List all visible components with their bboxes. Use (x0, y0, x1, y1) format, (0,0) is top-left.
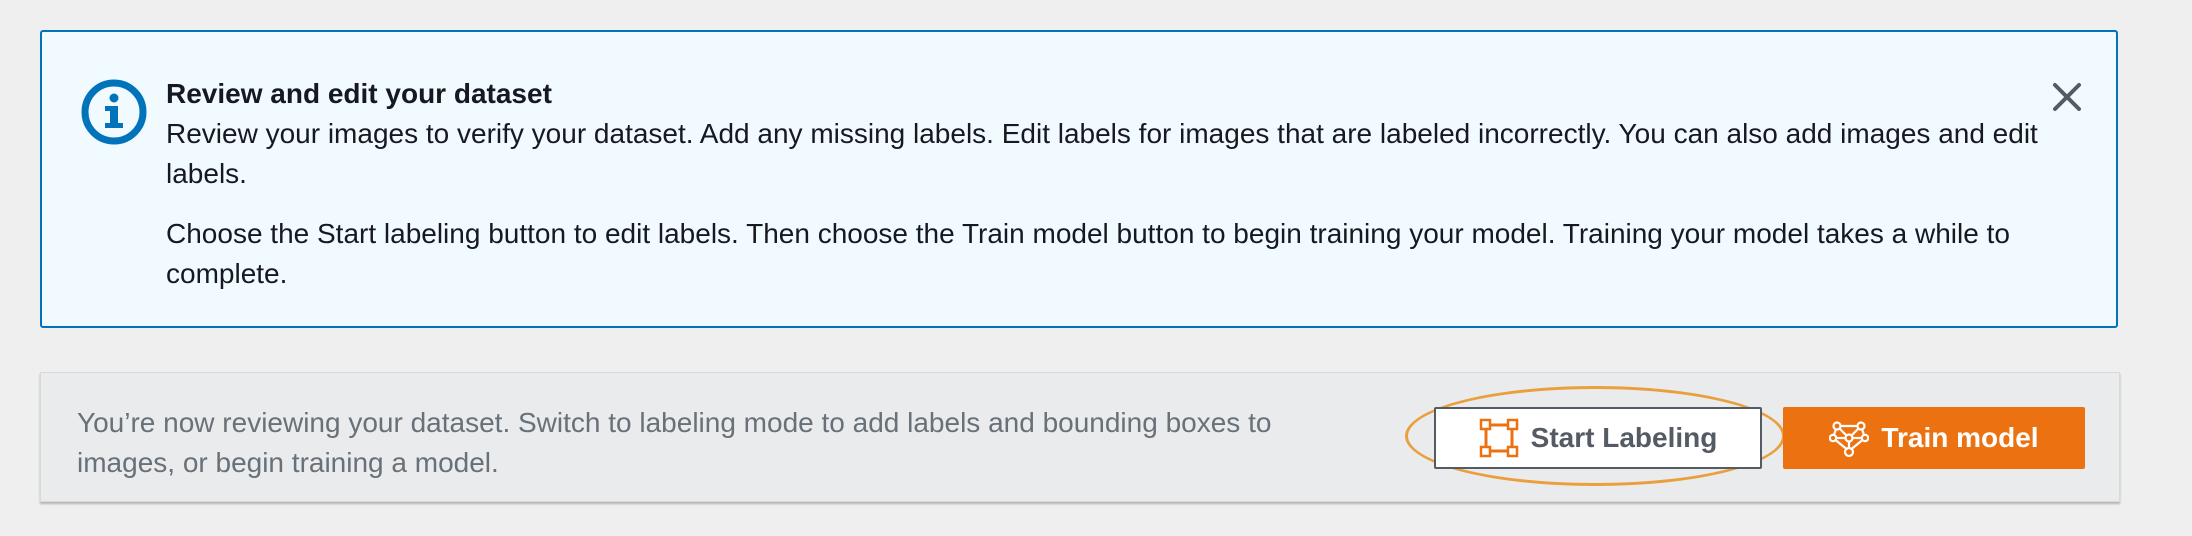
info-alert: Review and edit your dataset Review your… (40, 30, 2118, 328)
alert-content: Review and edit your dataset Review your… (166, 74, 2046, 294)
bounding-box-icon (1479, 418, 1518, 458)
alert-paragraph-2: Choose the Start labeling button to edit… (166, 218, 2010, 289)
close-icon[interactable] (2042, 72, 2092, 122)
train-model-label: Train model (1881, 422, 2039, 453)
action-bar: You’re now reviewing your dataset. Switc… (40, 372, 2120, 502)
alert-title: Review and edit your dataset (166, 78, 552, 109)
start-labeling-button[interactable]: Start Labeling (1434, 407, 1762, 469)
start-labeling-label: Start Labeling (1530, 422, 1718, 453)
train-model-button[interactable]: Train model (1783, 407, 2085, 469)
alert-paragraph-1: Review your images to verify your datase… (166, 118, 2038, 189)
action-bar-description: You’re now reviewing your dataset. Switc… (77, 407, 1272, 478)
info-icon (81, 79, 147, 145)
neural-network-icon (1829, 421, 1870, 458)
